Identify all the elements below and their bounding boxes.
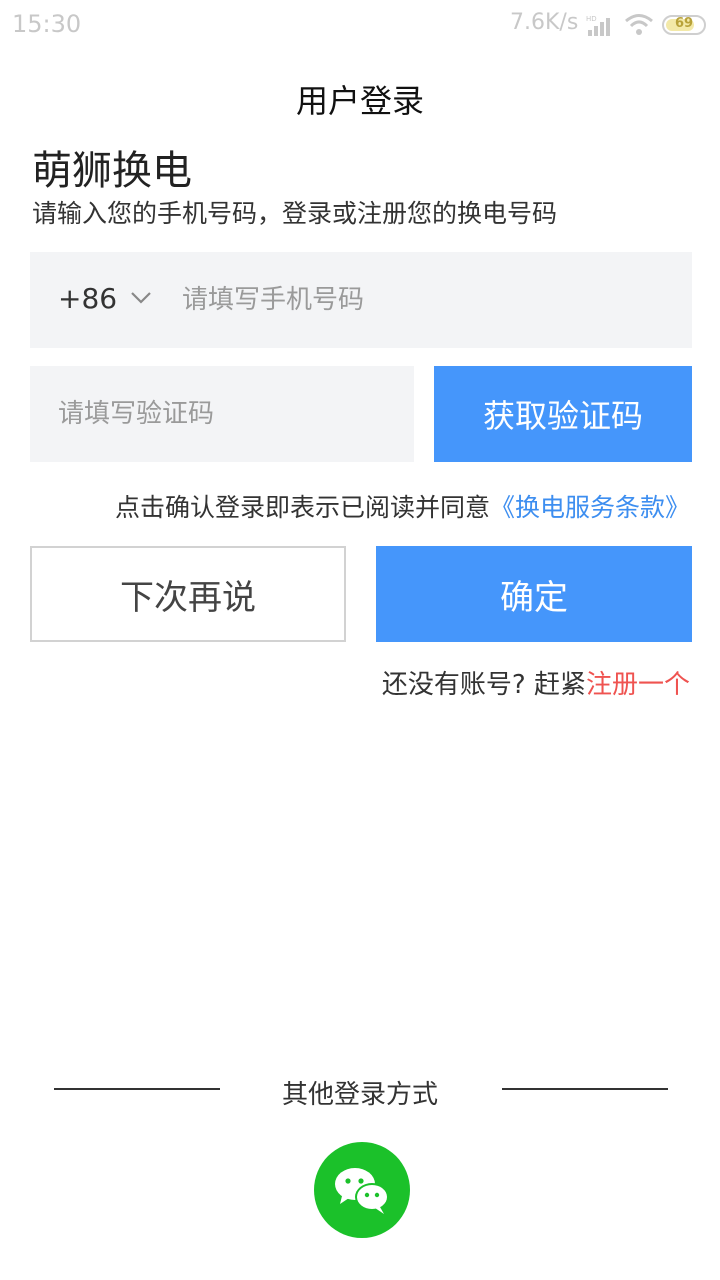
- terms-link[interactable]: 《换电服务条款》: [490, 493, 690, 522]
- phone-input[interactable]: [182, 272, 662, 328]
- status-net-speed: 7.6K/s: [510, 10, 579, 35]
- register-row: 还没有账号? 赶紧注册一个: [0, 664, 690, 701]
- terms-notice: 点击确认登录即表示已阅读并同意《换电服务条款》: [0, 488, 690, 524]
- wechat-login-button[interactable]: [314, 1142, 410, 1238]
- status-time: 15:30: [12, 10, 82, 38]
- brand-name: 萌狮换电: [32, 148, 192, 194]
- brand-subtitle: 请输入您的手机号码，登录或注册您的换电号码: [32, 199, 558, 228]
- other-login-label: 其他登录方式: [281, 1080, 438, 1110]
- confirm-button[interactable]: 确定: [376, 546, 692, 642]
- register-prompt: 还没有账号? 赶紧: [381, 670, 586, 700]
- later-button[interactable]: 下次再说: [30, 546, 346, 642]
- battery-icon: 69: [662, 15, 706, 35]
- svg-text:HD: HD: [586, 15, 597, 23]
- signal-icon: HD: [586, 14, 616, 40]
- terms-text: 点击确认登录即表示已阅读并同意: [114, 493, 490, 522]
- chevron-down-icon[interactable]: [130, 290, 152, 309]
- wifi-icon: [624, 12, 654, 40]
- get-code-button[interactable]: 获取验证码: [434, 366, 692, 462]
- country-code-selector[interactable]: +86: [58, 282, 117, 315]
- wechat-icon: [335, 1168, 389, 1214]
- register-link[interactable]: 注册一个: [586, 670, 690, 700]
- battery-level: 69: [674, 16, 694, 31]
- page-title: 用户登录: [295, 82, 424, 120]
- verification-code-input[interactable]: [58, 386, 398, 442]
- divider-right: [502, 1088, 668, 1090]
